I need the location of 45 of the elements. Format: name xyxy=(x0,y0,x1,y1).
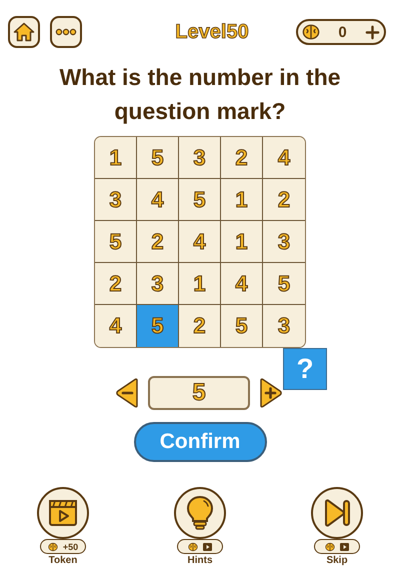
home-button[interactable] xyxy=(8,16,40,48)
grid-cell[interactable]: 1 xyxy=(221,179,263,221)
grid-cell[interactable]: 2 xyxy=(137,221,179,263)
grid-cell[interactable]: 1 xyxy=(221,221,263,263)
token-button[interactable] xyxy=(37,487,89,539)
action-label: Token xyxy=(48,555,78,566)
grid-cell[interactable]: 4 xyxy=(221,263,263,305)
hints-button[interactable] xyxy=(174,487,226,539)
home-icon xyxy=(13,22,35,42)
clapperboard-icon xyxy=(48,499,78,527)
grid-cell[interactable]: 3 xyxy=(179,137,221,179)
more-button[interactable] xyxy=(50,16,82,48)
grid-cell[interactable]: 4 xyxy=(137,179,179,221)
question-mark-box: ? xyxy=(283,348,327,390)
video-icon xyxy=(203,542,212,550)
grid-cell[interactable]: 5 xyxy=(137,137,179,179)
video-icon xyxy=(340,542,349,550)
plus-icon xyxy=(364,24,380,40)
grid-cell[interactable]: 2 xyxy=(95,263,137,305)
grid-cell[interactable]: 1 xyxy=(179,263,221,305)
reward-amount: +50 xyxy=(62,542,78,552)
decrease-button[interactable] xyxy=(115,378,139,408)
grid-cell[interactable]: 5 xyxy=(95,221,137,263)
grid-cell[interactable]: 2 xyxy=(221,137,263,179)
add-coins-button[interactable] xyxy=(364,24,380,40)
grid-cell[interactable]: 5 xyxy=(137,305,179,347)
grid-cell[interactable]: 4 xyxy=(95,305,137,347)
action-label: Hints xyxy=(188,555,212,566)
grid-cell[interactable]: 5 xyxy=(179,179,221,221)
grid-cell[interactable]: 4 xyxy=(263,137,305,179)
question-text: What is the number in the question mark? xyxy=(58,63,342,126)
action-label: Skip xyxy=(326,555,348,566)
skip-icon xyxy=(323,499,351,527)
grid-cell[interactable]: 3 xyxy=(137,263,179,305)
grid-cell[interactable]: 3 xyxy=(95,179,137,221)
lightbulb-icon xyxy=(186,495,214,531)
confirm-button[interactable]: Confirm xyxy=(134,422,266,462)
grid-cell[interactable]: 1 xyxy=(95,137,137,179)
answer-field[interactable]: 5 xyxy=(148,376,250,410)
more-icon xyxy=(55,28,77,36)
coin-count: 0 xyxy=(338,24,347,40)
grid-cell[interactable]: 4 xyxy=(179,221,221,263)
level-title: Level50 xyxy=(175,20,249,44)
increase-button[interactable] xyxy=(259,378,283,408)
skip-button[interactable] xyxy=(311,487,363,539)
